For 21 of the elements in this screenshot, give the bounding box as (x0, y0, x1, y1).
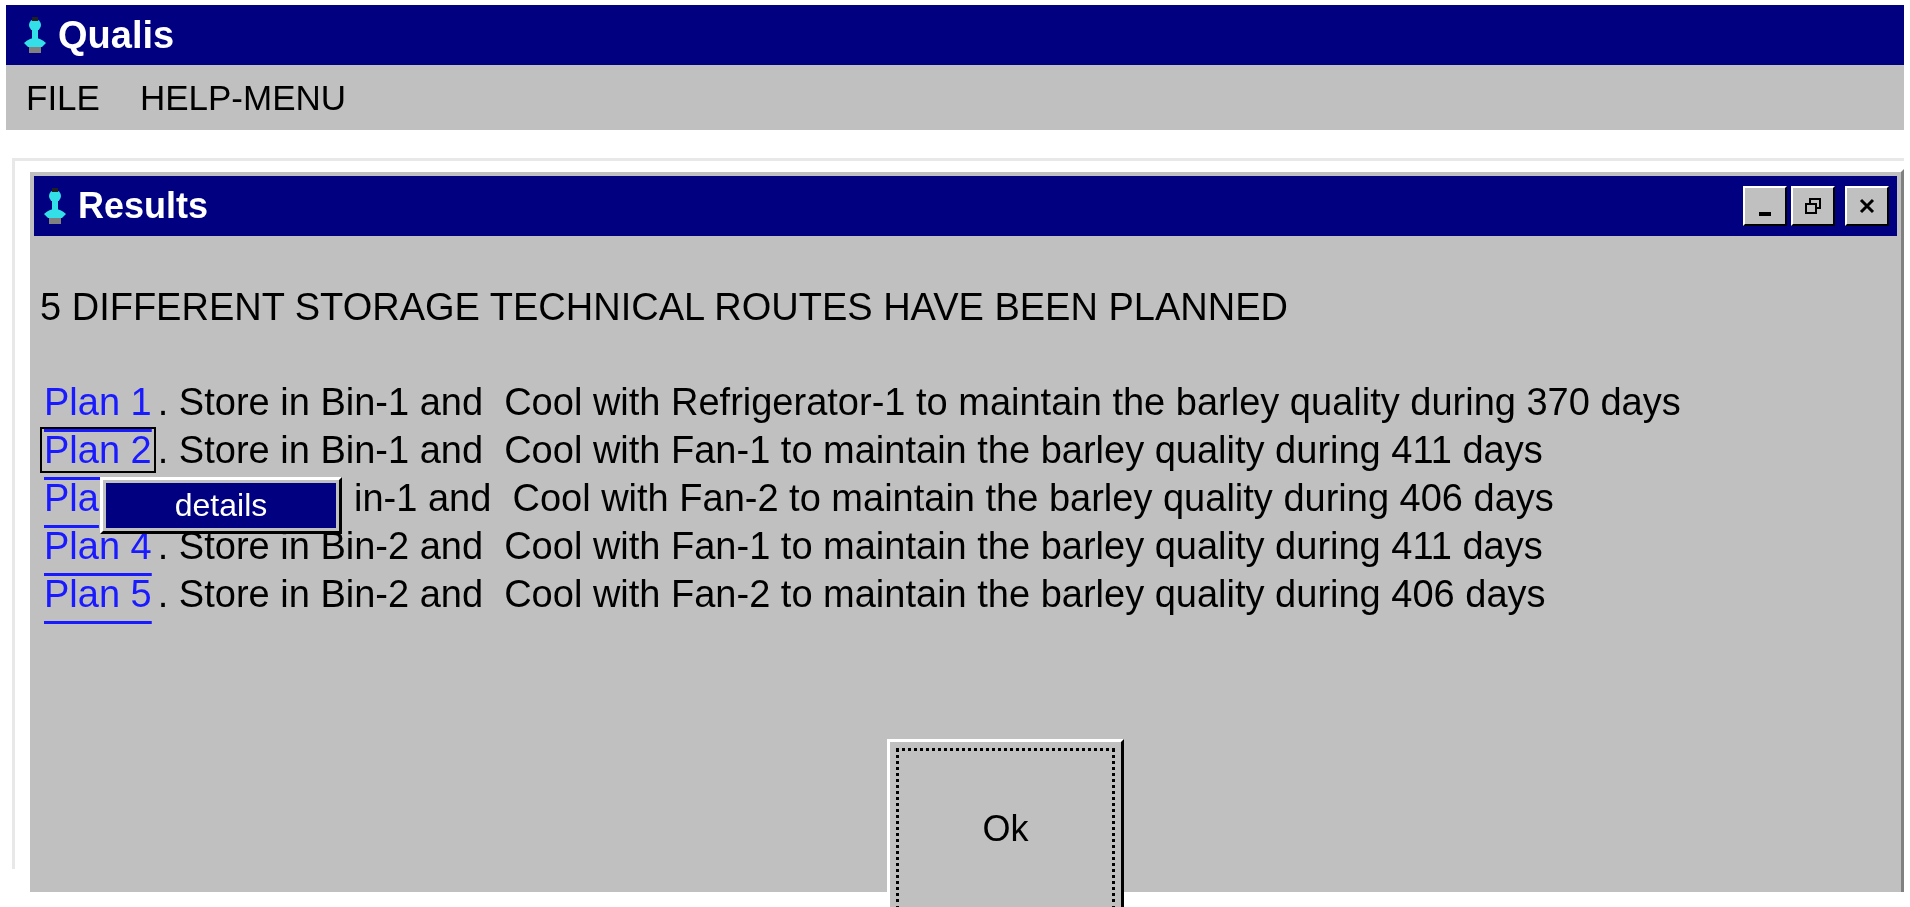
window-title: Results (78, 185, 209, 227)
plan-link[interactable]: Plan 1 (40, 379, 156, 425)
results-heading: 5 DIFFERENT STORAGE TECHNICAL ROUTES HAVE BEEN PLANNED (40, 286, 1289, 329)
plan-link[interactable]: Plan 5 (40, 571, 156, 617)
menu-item[interactable]: FILE (26, 77, 100, 118)
plan-description: . Store in Bin-2 and Cool with Fan-1 to maintain the barley quality during 411 days (156, 525, 1543, 568)
restore-button[interactable] (1791, 186, 1835, 226)
app-title: Qualis (58, 13, 175, 57)
close-icon (1858, 197, 1876, 215)
plan-description: . Store in Bin-1 and Cool with Refrigerator-1 to maintain the barley quality during 370 days (156, 381, 1681, 424)
plan-description: in-1 and Cool with Fan-2 to maintain the barley quality during 406 days (353, 477, 1554, 520)
minimize-button[interactable] (1743, 186, 1787, 226)
close-button[interactable] (1845, 186, 1889, 226)
ok-button[interactable]: Ok (887, 739, 1124, 907)
plan-link[interactable]: Pla (40, 475, 103, 521)
menu-item[interactable]: details (106, 483, 336, 528)
plan-description: . Store in Bin-1 and Cool with Fan-1 to maintain the barley quality during 411 days (156, 429, 1543, 472)
minimize-icon (1759, 212, 1771, 216)
menu-item[interactable]: HELP-MENU (139, 77, 347, 118)
plan-link[interactable]: Plan 2 (40, 427, 156, 473)
restore-icon (1804, 197, 1822, 215)
